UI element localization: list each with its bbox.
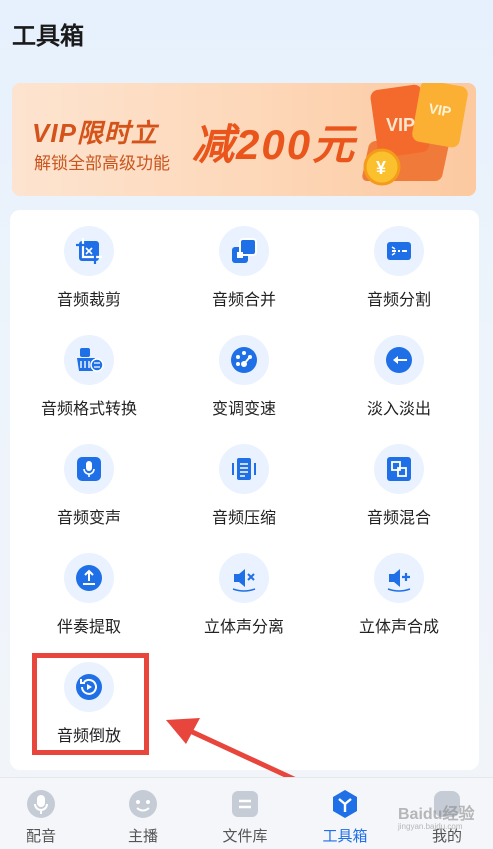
tool-fade[interactable]: 淡入淡出	[322, 319, 476, 419]
tool-format-convert[interactable]: 音频格式转换	[12, 319, 166, 419]
nav-file-library[interactable]: 文件库	[196, 788, 294, 848]
highlight-box	[32, 653, 149, 755]
tool-audio-mix[interactable]: 音频混合	[322, 428, 476, 528]
tool-label: 音频合并	[211, 292, 276, 309]
extract-icon	[64, 553, 114, 603]
tool-label: 伴奏提取	[56, 619, 121, 636]
microphone-icon	[64, 444, 114, 494]
nav-label: 工具箱	[322, 828, 368, 845]
tool-label: 音频裁剪	[56, 292, 121, 309]
nav-dubbing[interactable]: 配音	[0, 788, 90, 848]
tool-voice-change[interactable]: 音频变声	[12, 428, 166, 528]
tool-pitch-speed[interactable]: 变调变速	[167, 319, 321, 419]
nav-anchor[interactable]: 主播	[94, 788, 192, 848]
tool-label: 音频压缩	[211, 510, 276, 527]
folder-nav-icon	[232, 791, 258, 817]
tool-audio-compress[interactable]: 音频压缩	[167, 428, 321, 528]
tool-label: 立体声分离	[203, 619, 284, 636]
toolbox-nav-icon	[333, 790, 357, 818]
tool-label: 音频格式转换	[40, 401, 137, 418]
banner-headline: VIP限时立	[32, 118, 158, 148]
tool-label: 音频变声	[56, 510, 121, 527]
nav-label: 主播	[127, 828, 158, 845]
crop-icon	[64, 226, 114, 276]
tool-audio-split[interactable]: 音频分割	[322, 210, 476, 310]
speaker-merge-icon	[374, 553, 424, 603]
nav-label: 配音	[25, 828, 56, 845]
tool-label: 淡入淡出	[366, 401, 431, 418]
nav-label: 文件库	[222, 828, 268, 845]
tool-label: 立体声合成	[358, 619, 439, 636]
banner-subtitle: 解锁全部高级功能	[34, 154, 170, 173]
tool-audio-crop[interactable]: 音频裁剪	[12, 210, 166, 310]
split-icon	[374, 226, 424, 276]
tool-stereo-separate[interactable]: 立体声分离	[167, 537, 321, 637]
tool-audio-merge[interactable]: 音频合并	[167, 210, 321, 310]
speed-dial-icon	[219, 335, 269, 385]
vip-badge-illustration: VIP VIP ¥	[362, 83, 468, 186]
tool-accompaniment-extract[interactable]: 伴奏提取	[12, 537, 166, 637]
coin-icon: ¥	[376, 158, 386, 178]
fade-icon	[374, 335, 424, 385]
vip-badge-text-1: VIP	[386, 115, 415, 135]
merge-icon	[219, 226, 269, 276]
format-convert-icon	[64, 335, 114, 385]
tool-label: 变调变速	[211, 401, 276, 418]
compress-icon	[219, 444, 269, 494]
mix-icon	[374, 444, 424, 494]
page-title: 工具箱	[12, 23, 84, 50]
watermark-url: jingyan.baidu.com	[398, 822, 463, 831]
vip-promo-banner[interactable]: VIP限时立 解锁全部高级功能 减200元 VIP VIP ¥	[12, 83, 476, 196]
tool-label: 音频混合	[366, 510, 431, 527]
face-nav-icon	[129, 790, 157, 818]
banner-discount: 减200元	[192, 121, 357, 168]
mic-nav-icon	[27, 790, 55, 818]
tool-label: 音频分割	[366, 292, 431, 309]
tool-stereo-compose[interactable]: 立体声合成	[322, 537, 476, 637]
watermark: Baidu经验	[398, 806, 475, 823]
speaker-split-icon	[219, 553, 269, 603]
nav-toolbox[interactable]: 工具箱	[296, 788, 394, 848]
